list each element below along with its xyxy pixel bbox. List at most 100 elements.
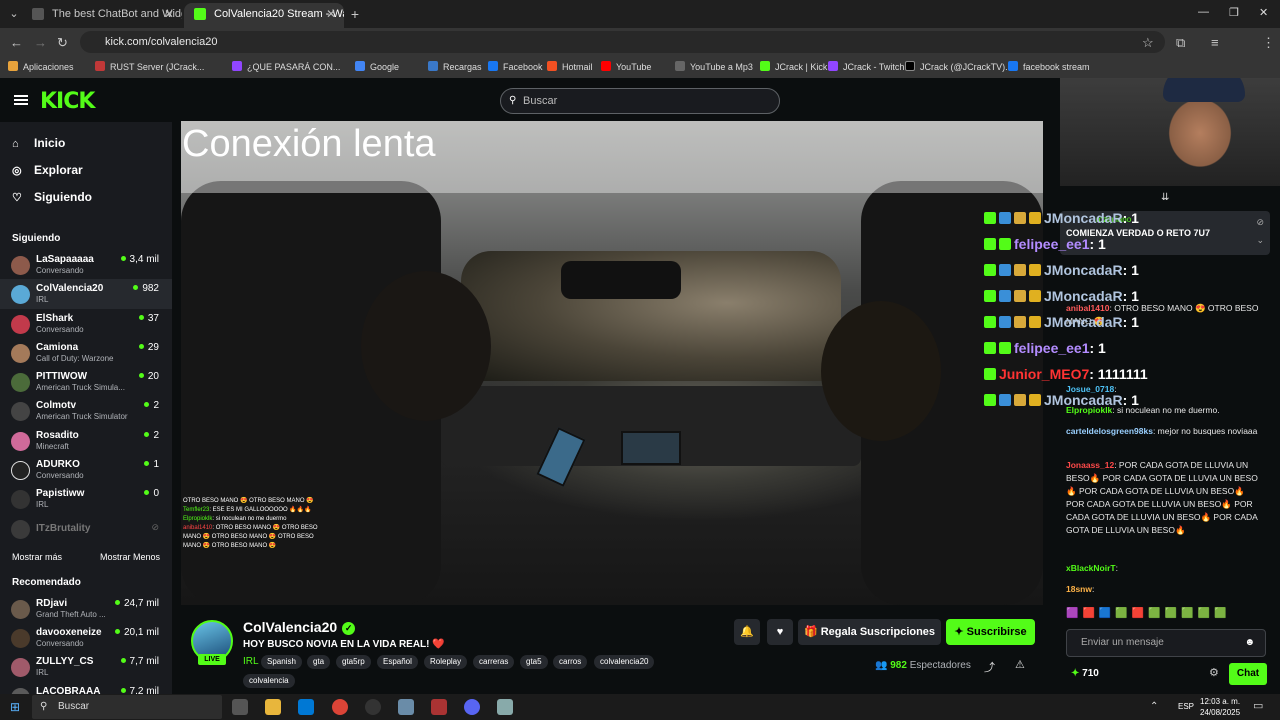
nav-home[interactable]: ⌂ Inicio (12, 136, 65, 150)
recommended-channel[interactable]: LACOBRAAA 7,2 mil (0, 682, 172, 694)
show-more-link[interactable]: Mostrar más (12, 552, 62, 562)
subscribe-button[interactable]: ✦ Suscribirse (946, 619, 1035, 645)
stream-tag[interactable]: Roleplay (424, 655, 468, 669)
reload-icon[interactable]: ↻ (57, 35, 68, 51)
gift-subs-button[interactable]: 🎁 Regala Suscripciones (798, 619, 941, 645)
media-icon[interactable]: ≡ (1211, 35, 1219, 50)
browser-tab-active[interactable]: ColValencia20 Stream - Wa ✕ (184, 3, 344, 28)
chat-collapse-icon[interactable]: ⇊ (1161, 192, 1169, 203)
bookmark-item[interactable]: facebook stream (1008, 61, 1090, 72)
notification-bell-icon[interactable]: 🔔 (734, 619, 760, 645)
bookmark-item[interactable]: Aplicaciones (8, 61, 74, 72)
new-tab-button[interactable]: + (346, 5, 364, 23)
overlay-chat-line: Temfler23: ESE ES MI GALLOOOOOO 🔥🔥🔥 (183, 507, 312, 513)
bookmark-item[interactable]: JCrack | Kick (760, 61, 827, 72)
stream-tag[interactable]: colvalencia (243, 674, 295, 688)
tab-search-button[interactable]: ⌄ (5, 5, 23, 23)
close-window-icon[interactable]: ✕ (1259, 6, 1268, 19)
recommended-channel[interactable]: RDjavi Grand Theft Auto ... 24,7 mil (0, 594, 172, 624)
app-icon[interactable] (398, 699, 414, 715)
channel-name[interactable]: ColValencia20 ✓ (243, 619, 356, 635)
stream-tag[interactable]: gta5 (520, 655, 548, 669)
following-channel[interactable]: ADURKO Conversando 1 (0, 455, 172, 485)
app-icon[interactable] (431, 699, 447, 715)
bookmark-item[interactable]: ¿QUE PASARÁ CON... (232, 61, 340, 72)
language-indicator[interactable]: ESP (1178, 702, 1194, 711)
stream-tag[interactable]: Español (377, 655, 418, 669)
following-channel[interactable]: Rosadito Minecraft 2 (0, 426, 172, 456)
emoji-icon[interactable]: ☻ (1244, 630, 1255, 656)
unpin-icon[interactable]: ⊘ (1256, 217, 1264, 228)
forward-arrow-icon[interactable]: → (34, 35, 47, 50)
windows-start-icon[interactable]: ⊞ (10, 700, 20, 714)
kick-badge-icon (984, 238, 996, 250)
notifications-icon[interactable]: ▭ (1253, 699, 1263, 712)
bookmark-star-icon[interactable]: ☆ (1142, 35, 1154, 51)
bookmark-item[interactable]: Google (355, 61, 399, 72)
emote-bar[interactable]: 🟪🟥🟦🟩🟥🟩🟩🟩🟩🟩 (1066, 608, 1231, 619)
extensions-icon[interactable]: ⧉ (1176, 35, 1185, 51)
bookmark-item[interactable]: RUST Server (JCrack... (95, 61, 204, 72)
stream-tag[interactable]: colvalencia20 (594, 655, 655, 669)
sidebar: ⌂ Inicio ◎ Explorar ♡ Siguiendo Siguiendo L… (0, 122, 172, 694)
stream-tag[interactable]: gta5rp (336, 655, 371, 669)
outlook-icon[interactable] (298, 699, 314, 715)
back-arrow-icon[interactable]: ← (10, 35, 23, 50)
obs-icon[interactable] (365, 699, 381, 715)
bookmark-item[interactable]: Recargas (428, 61, 482, 72)
following-channel[interactable]: ColValencia20 IRL 982 (0, 279, 172, 309)
minimize-icon[interactable]: — (1198, 6, 1209, 18)
recommended-channel[interactable]: davooxeneize Conversando 20,1 mil (0, 623, 172, 653)
following-channel[interactable]: LaSapaaaaa Conversando 3,4 mil (0, 250, 172, 280)
video-player[interactable]: Conexión lenta OTRO BESO MANO 😍 OTRO BES… (181, 121, 1043, 605)
bookmark-item[interactable]: Facebook (488, 61, 543, 72)
stream-tag[interactable]: carreras (473, 655, 515, 669)
chat-input[interactable]: Enviar un mensaje ☻ (1066, 629, 1266, 657)
bookmark-item[interactable]: YouTube a Mp3 (675, 61, 753, 72)
bookmark-item[interactable]: Hotmail (547, 61, 593, 72)
close-tab-icon[interactable]: ✕ (164, 3, 174, 25)
share-icon[interactable]: ⤴ (984, 659, 995, 675)
recommended-channel[interactable]: ZULLYY_CS IRL 7,7 mil (0, 652, 172, 682)
following-channel[interactable]: ElShark Conversando 37 (0, 309, 172, 339)
task-view-icon[interactable] (232, 699, 248, 715)
follow-heart-icon[interactable]: ♥ (767, 619, 793, 645)
stream-category[interactable]: IRL (243, 656, 259, 667)
nav-explore[interactable]: ◎ Explorar (12, 163, 83, 177)
chevron-down-icon[interactable]: ⌄ (1256, 235, 1264, 246)
bookmark-item[interactable]: YouTube (601, 61, 651, 72)
stream-tag[interactable]: carros (553, 655, 588, 669)
stream-tag[interactable]: Spanish (261, 655, 302, 669)
chrome-icon[interactable] (332, 699, 348, 715)
file-explorer-icon[interactable] (265, 699, 281, 715)
taskbar-search[interactable]: ⚲ Buscar (32, 695, 222, 719)
stream-tag[interactable]: gta (307, 655, 331, 669)
channel-points[interactable]: ✦ 710 (1071, 668, 1099, 679)
taskbar-clock[interactable]: 12:03 a. m. 24/08/2025 (1200, 696, 1240, 718)
badge-icon (999, 316, 1011, 328)
bookmark-item[interactable]: JCrack - Twitch (828, 61, 904, 72)
url-bar[interactable]: kick.com/colvalencia20 (80, 31, 1165, 53)
search-input[interactable]: ⚲ Buscar (500, 88, 780, 114)
nav-following[interactable]: ♡ Siguiendo (12, 190, 92, 204)
following-channel-offline[interactable]: ITzBrutality ⊘ (0, 514, 172, 544)
tray-chevron-icon[interactable]: ⌃ (1150, 701, 1158, 712)
hamburger-menu-icon[interactable] (14, 95, 28, 105)
os-taskbar: ⊞ ⚲ Buscar ⌃ ESP 12:03 a. m. 24/08/2025 … (0, 694, 1280, 720)
chat-settings-gear-icon[interactable]: ⚙ (1209, 666, 1219, 679)
following-channel[interactable]: Colmotv American Truck Simulator 2 (0, 396, 172, 426)
bookmark-item[interactable]: JCrack (@JCrackTV)... (905, 61, 1013, 72)
show-less-link[interactable]: Mostrar Menos (100, 552, 160, 562)
restore-icon[interactable]: ❐ (1229, 6, 1239, 19)
discord-icon[interactable] (464, 699, 480, 715)
send-chat-button[interactable]: Chat (1229, 663, 1267, 685)
close-tab-icon[interactable]: ✕ (326, 3, 336, 25)
browser-tab[interactable]: The best ChatBot and Widgets ✕ (22, 3, 182, 28)
following-channel[interactable]: Camiona Call of Duty: Warzone 29 (0, 338, 172, 368)
report-warning-icon[interactable]: ⚠ (1015, 658, 1025, 671)
kick-logo[interactable]: KICK (40, 89, 95, 114)
app-icon[interactable] (497, 699, 513, 715)
menu-kebab-icon[interactable]: ⋮ (1262, 35, 1275, 51)
following-channel[interactable]: Papistiww IRL 0 (0, 484, 172, 514)
following-channel[interactable]: PITTIWOW American Truck Simula... 20 (0, 367, 172, 397)
